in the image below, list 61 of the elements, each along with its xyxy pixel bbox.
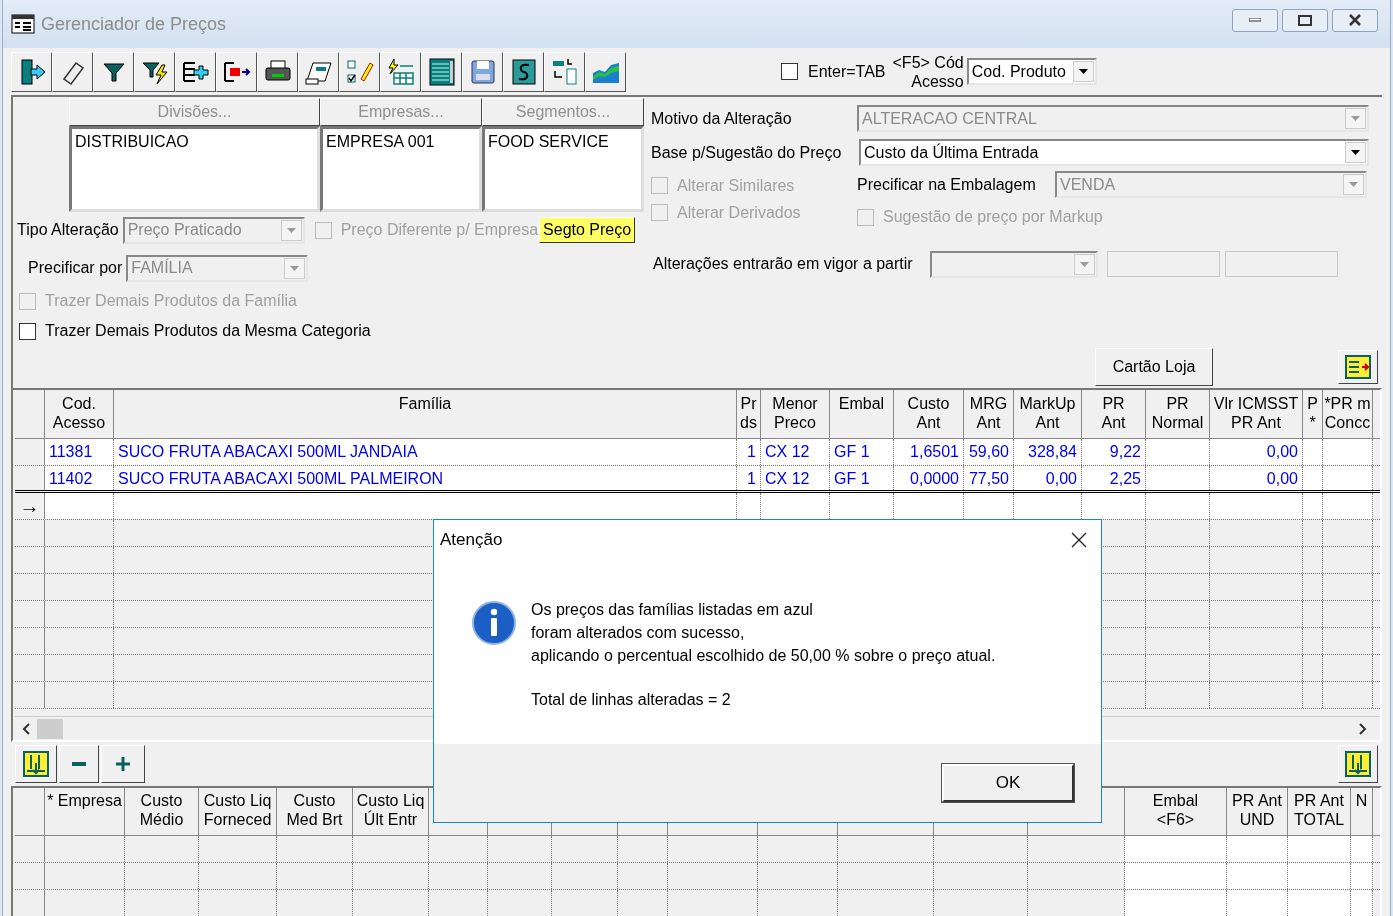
window-title: Gerenciador de Preços (41, 12, 227, 36)
table-cell: 0,00 (1014, 466, 1082, 490)
store-card-button[interactable]: Cartão Loja (1095, 348, 1213, 386)
field-label: Precificar na Embalagem (857, 174, 1037, 195)
column-header[interactable]: Pr ds (737, 390, 761, 438)
column-header[interactable]: Custo Médio (125, 788, 199, 835)
dialog-message: Os preços das famílias listadas em azul foram alterados com sucesso, aplicando o percentual escolhido de 50,00 % sobre o preço atual. (531, 600, 996, 666)
dropdown[interactable]: Cod. Produto (966, 58, 1097, 85)
table-cell: SUCO FRUTA ABACAXI 500ML PALMEIRON (114, 466, 737, 490)
dialog-title: Atenção (440, 529, 503, 552)
table-cell: SUCO FRUTA ABACAXI 500ML JANDAIA (114, 439, 737, 465)
field-label: Trazer Demais Produtos da Mesma Categoria (45, 321, 371, 341)
list-item[interactable]: DISTRIBUICAO (75, 130, 314, 154)
field-label: <F5> Cód Acesso (892, 52, 964, 91)
ok-button[interactable]: OK (942, 764, 1074, 802)
table-cell: 9,22 (1082, 439, 1146, 465)
field-label: Preço Diferente p/ Empresa (340, 220, 539, 240)
list-item[interactable]: EMPRESA 001 (326, 130, 476, 154)
table-cell: 59,60 (964, 439, 1014, 465)
table-cell: 11381 (45, 439, 114, 465)
table-cell: GF 1 (830, 466, 894, 490)
dropdown[interactable]: Custo da Última Entrada (859, 139, 1369, 166)
field-label: Tipo Alteração (17, 220, 119, 240)
field-label: Trazer Demais Produtos da Família (45, 291, 297, 311)
table-cell: CX 12 (761, 439, 830, 465)
field-label: Motivo da Alteração (651, 108, 793, 129)
table-cell: 0,0000 (894, 466, 964, 490)
segment-price-button[interactable]: Segto Preço (539, 217, 636, 243)
table-cell: 0,00 (1210, 439, 1303, 465)
list-box[interactable]: EMPRESA 001 (320, 126, 482, 212)
column-header[interactable]: PR Ant TOTAL (1288, 788, 1351, 835)
dialog-summary: Total de linhas alteradas = 2 (531, 690, 732, 710)
column-header[interactable]: N (1351, 788, 1373, 835)
field-label: Alterações entrarão em vigor a partir (653, 254, 914, 274)
table-cell: 328,84 (1014, 439, 1082, 465)
field-label: Alterar Similares (677, 175, 795, 196)
table-cell: 0,00 (1210, 466, 1303, 490)
table-cell: CX 12 (761, 466, 830, 490)
column-header[interactable]: Custo Liq Forneced (199, 788, 277, 835)
list-item[interactable]: FOOD SERVICE (488, 130, 638, 154)
table-cell: 11402 (45, 466, 114, 490)
table-cell: 1 (737, 466, 761, 490)
column-header[interactable]: Embal <F6> (1125, 788, 1227, 835)
column-header[interactable]: PR Ant UND (1227, 788, 1288, 835)
field-label: Enter=TAB (808, 61, 886, 82)
field-label: Base p/Sugestão do Preço (651, 142, 843, 163)
column-header[interactable]: * Empresa (45, 788, 125, 835)
column-header[interactable]: *PR m Concc (1323, 390, 1373, 438)
table-cell: GF 1 (830, 439, 894, 465)
table-cell: 1 (737, 439, 761, 465)
table-cell: 1,6501 (894, 439, 964, 465)
table-cell: 77,50 (964, 466, 1014, 490)
field-label: Sugestão de preço por Markup (883, 207, 1103, 227)
list-box[interactable]: FOOD SERVICE (482, 126, 644, 212)
field-label: Precificar por (28, 258, 123, 278)
list-box[interactable]: DISTRIBUICAO (69, 126, 320, 212)
table-cell: 2,25 (1082, 466, 1146, 490)
column-header[interactable]: Custo Med Brt (277, 788, 353, 835)
column-header[interactable]: Custo Liq Últ Entr (353, 788, 429, 835)
column-header[interactable]: Vlr ICMSST PR Ant (1210, 390, 1303, 438)
field-label: Alterar Derivados (677, 202, 801, 223)
